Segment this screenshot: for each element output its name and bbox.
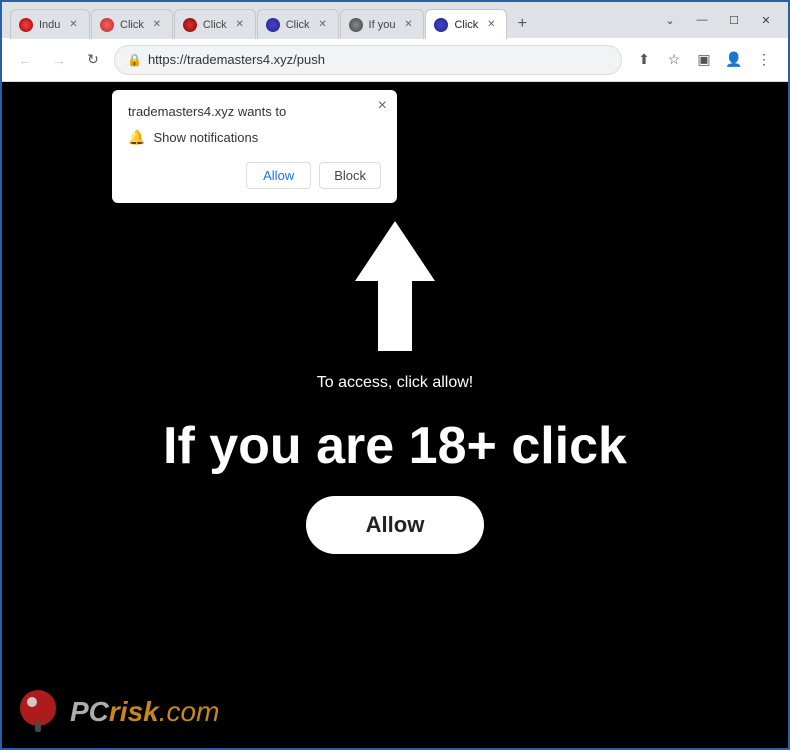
tab-click2[interactable]: Click ✕ [174,9,256,39]
chevron-down-button[interactable]: ⌄ [656,10,684,30]
minimize-button[interactable]: — [688,10,716,30]
tab-favicon-click2 [183,18,197,32]
popup-allow-button[interactable]: Allow [246,162,311,189]
watermark-pc-text: PC [70,696,109,727]
watermark-risk-text: risk [109,696,159,727]
tab-close-ifyou[interactable]: ✕ [401,18,415,32]
tab-favicon-indu [19,18,33,32]
tab-ifyou[interactable]: If you ✕ [340,9,425,39]
reload-button[interactable]: ↻ [80,47,106,73]
allow-button[interactable]: Allow [306,496,485,554]
tab-label-click1: Click [120,19,144,31]
watermark-text: PCrisk.com [70,696,219,728]
popup-close-button[interactable]: × [378,98,387,114]
tab-favicon-ifyou [349,18,363,32]
title-bar: Indu ✕ Click ✕ Click ✕ Click ✕ If you [2,2,788,38]
popup-block-button[interactable]: Block [319,162,381,189]
page-content: × trademasters4.xyz wants to 🔔 Show noti… [2,82,788,748]
big-text: If you are 18+ click [163,416,627,476]
toolbar-right: ⬆ ☆ ▣ 👤 ⋮ [630,46,778,74]
arrow-up-icon [350,216,440,356]
tab-group: Indu ✕ Click ✕ Click ✕ Click ✕ If you [10,2,536,38]
tab-click3[interactable]: Click ✕ [257,9,339,39]
tab-label-click3: Click [286,19,310,31]
tab-close-click3[interactable]: ✕ [316,18,330,32]
address-bar: ← → ↻ 🔒 https://trademasters4.xyz/push ⬆… [2,38,788,82]
back-button[interactable]: ← [12,47,38,73]
tab-label-indu: Indu [39,19,60,31]
arrow-label: To access, click allow! [317,374,474,392]
window-controls: ⌄ — ☐ ✕ [656,10,780,30]
watermark-domain-text: .com [159,696,220,727]
tab-favicon-click4 [434,18,448,32]
profile-button[interactable]: 👤 [720,46,748,74]
tab-close-indu[interactable]: ✕ [66,18,80,32]
tablet-mode-button[interactable]: ▣ [690,46,718,74]
maximize-button[interactable]: ☐ [720,10,748,30]
lock-icon: 🔒 [127,53,142,67]
tab-indu[interactable]: Indu ✕ [10,9,90,39]
popup-permission-row: 🔔 Show notifications [128,129,381,146]
tab-label-click2: Click [203,19,227,31]
tab-click4-active[interactable]: Click ✕ [425,9,507,39]
bell-icon: 🔔 [128,129,145,146]
url-bar[interactable]: 🔒 https://trademasters4.xyz/push [114,45,622,75]
arrow-container: To access, click allow! [317,216,474,392]
tab-label-ifyou: If you [369,19,396,31]
popup-permission-text: Show notifications [153,130,258,145]
bookmark-button[interactable]: ☆ [660,46,688,74]
url-text: https://trademasters4.xyz/push [148,52,609,67]
tab-close-click2[interactable]: ✕ [233,18,247,32]
browser-window: Indu ✕ Click ✕ Click ✕ Click ✕ If you [0,0,790,750]
tab-favicon-click3 [266,18,280,32]
menu-button[interactable]: ⋮ [750,46,778,74]
tab-favicon-click1 [100,18,114,32]
notification-popup: × trademasters4.xyz wants to 🔔 Show noti… [112,90,397,203]
tab-close-click1[interactable]: ✕ [150,18,164,32]
popup-buttons: Allow Block [128,162,381,189]
close-button[interactable]: ✕ [752,10,780,30]
watermark-logo-icon [14,688,62,736]
tab-close-click4[interactable]: ✕ [484,18,498,32]
tab-label-click4: Click [454,19,478,31]
new-tab-button[interactable]: + [508,10,536,38]
forward-button[interactable]: → [46,47,72,73]
watermark: PCrisk.com [14,688,219,736]
popup-title: trademasters4.xyz wants to [128,104,381,119]
tab-click1[interactable]: Click ✕ [91,9,173,39]
share-button[interactable]: ⬆ [630,46,658,74]
